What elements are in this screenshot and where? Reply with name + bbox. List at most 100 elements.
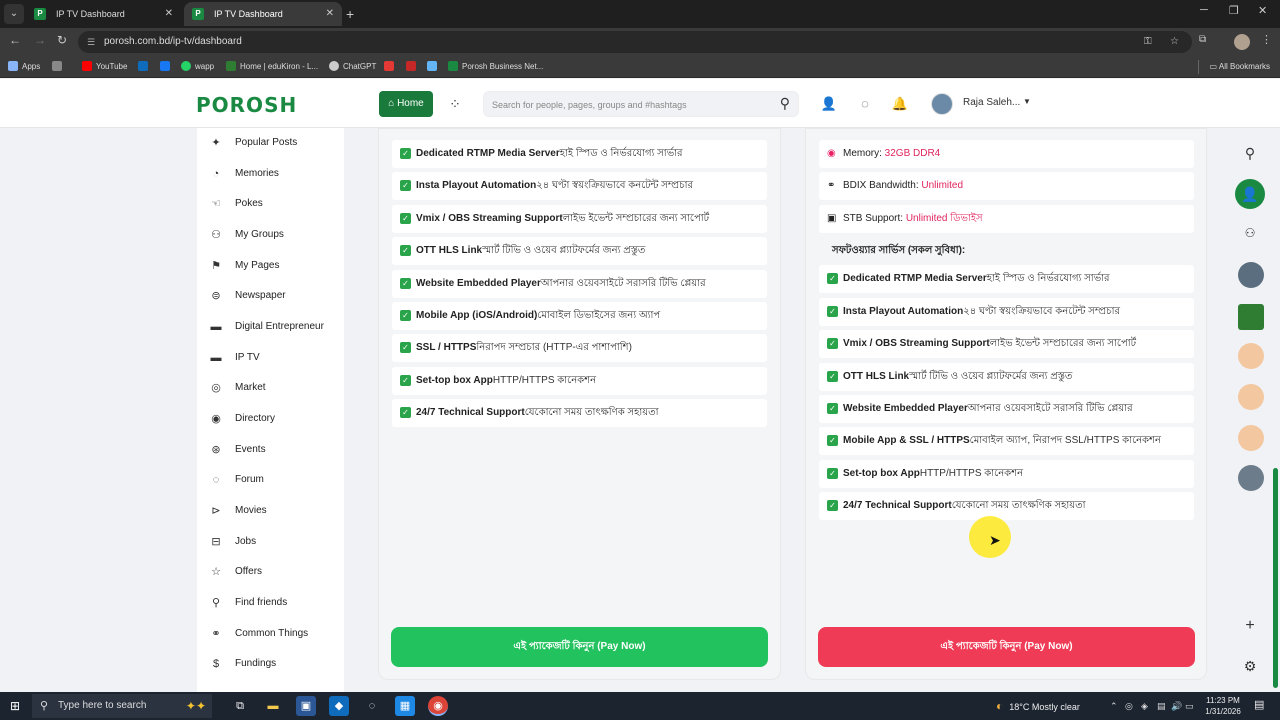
task-view-icon[interactable]: ⧉ <box>230 696 250 716</box>
tab-search-button[interactable]: ⌄ <box>4 4 24 24</box>
battery-icon[interactable]: ▭ <box>1185 692 1194 720</box>
feature-row: ✓ Website Embedded Playerআপনার ওয়েবসাইটে… <box>392 270 767 298</box>
home-button[interactable]: ⌂ Home <box>379 91 433 117</box>
settings-gear-icon[interactable]: ⚙ <box>1235 651 1265 681</box>
browser-menu-icon[interactable]: ⋮ <box>1261 33 1272 46</box>
user-avatar[interactable] <box>931 93 953 115</box>
contact-avatar[interactable] <box>1238 465 1264 491</box>
notification-center-icon[interactable]: ▤ <box>1254 698 1264 711</box>
apps-grid-icon[interactable]: ⁘ <box>446 95 464 113</box>
browser-profile-avatar[interactable] <box>1234 34 1250 50</box>
sidebar-item-ip-tv[interactable]: ▬ IP TV <box>209 348 339 368</box>
taskbar-app-icon[interactable]: ▦ <box>395 696 415 716</box>
search-input[interactable] <box>492 96 762 114</box>
outlook-icon[interactable]: ◆ <box>329 696 349 716</box>
address-bar[interactable]: ☰ porosh.com.bd/ip-tv/dashboard ⚿ ☆ <box>78 31 1192 53</box>
browser-tab-1[interactable]: P IP TV Dashboard ✕ <box>26 2 181 26</box>
sidebar-item-events[interactable]: ⊛ Events <box>209 440 339 460</box>
bookmark-youtube[interactable]: YouTube <box>82 56 127 78</box>
user-menu-caret-icon[interactable]: ▼ <box>1023 97 1031 106</box>
add-icon[interactable]: + <box>1235 611 1265 641</box>
sidebar-item-offers[interactable]: ☆ Offers <box>209 562 339 582</box>
bookmark-chatgpt[interactable]: ChatGPT <box>329 56 376 78</box>
page-scrollbar[interactable] <box>1273 468 1278 688</box>
user-name[interactable]: Raja Saleh... <box>963 97 1020 108</box>
sidebar-item-newspaper[interactable]: ⊜ Newspaper <box>209 286 339 306</box>
restore-window-button[interactable]: ❐ <box>1229 4 1239 17</box>
tray-app-icon[interactable]: ◎ <box>1125 692 1133 720</box>
porosh-logo[interactable]: POROSH <box>196 93 297 117</box>
network-icon[interactable]: ▤ <box>1157 692 1166 720</box>
rail-user-icon[interactable]: 👤 <box>1235 179 1265 209</box>
windows-start-icon[interactable]: ⊞ <box>10 699 24 713</box>
taskbar-app-icon[interactable]: ▣ <box>296 696 316 716</box>
minimize-window-button[interactable]: ─ <box>1200 4 1208 16</box>
new-tab-button[interactable]: + <box>346 4 354 24</box>
sidebar-item-market[interactable]: ◎ Market <box>209 378 339 398</box>
contact-avatar[interactable] <box>1238 304 1264 330</box>
browser-tab-2-active[interactable]: P IP TV Dashboard ✕ <box>184 2 342 26</box>
tab-groups-icon[interactable] <box>52 56 66 78</box>
site-info-icon[interactable]: ☰ <box>87 31 95 53</box>
checkbox-icon: ✓ <box>400 278 411 289</box>
bookmark-edukiron[interactable]: Home | eduKiron - L... <box>226 56 318 78</box>
rail-search-icon[interactable]: ⚲ <box>1235 138 1265 168</box>
bookmark-outlook[interactable] <box>138 56 152 78</box>
sidebar-item-jobs[interactable]: ⊟ Jobs <box>209 532 339 552</box>
contact-avatar[interactable] <box>1238 343 1264 369</box>
windows-taskbar: ⊞ ⚲ Type here to search ✦✦ ⧉ ▬ ▣ ◆ ◌ ▦ ◉… <box>0 692 1280 720</box>
sidebar-item-movies[interactable]: ⊳ Movies <box>209 501 339 521</box>
contact-avatar[interactable] <box>1238 384 1264 410</box>
bookmark-porosh-business[interactable]: Porosh Business Net... <box>448 56 543 78</box>
pay-now-button-left[interactable]: এই প্যাকেজটি কিনুন (Pay Now) <box>391 627 768 667</box>
search-icon[interactable]: ⚲ <box>780 95 790 112</box>
tray-app-icon[interactable]: ◈ <box>1141 692 1148 720</box>
password-key-icon[interactable]: ⚿ <box>1144 31 1152 53</box>
home-icon: ⌂ <box>388 98 398 109</box>
close-tab-icon[interactable]: ✕ <box>326 2 334 26</box>
contact-avatar[interactable] <box>1238 262 1264 288</box>
bookmark-facebook[interactable] <box>160 56 174 78</box>
extensions-icon[interactable]: ⧉ <box>1199 34 1206 45</box>
messages-icon[interactable]: ◌ <box>856 95 874 113</box>
contact-avatar[interactable] <box>1238 425 1264 451</box>
sidebar-item-forum[interactable]: ◌ Forum <box>209 470 339 490</box>
sidebar-item-my-pages[interactable]: ⚑ My Pages <box>209 256 339 276</box>
tray-chevron-icon[interactable]: ⌃ <box>1110 692 1118 720</box>
feature-row: ✓ Insta Playout Automation২৪ ঘণ্টা স্বয়ং… <box>392 172 767 200</box>
taskbar-clock[interactable]: 11:23 PM 1/31/2026 <box>1198 695 1248 717</box>
bookmark-link-red[interactable] <box>384 56 398 78</box>
notifications-bell-icon[interactable]: 🔔 <box>891 95 909 113</box>
all-bookmarks-button[interactable]: ▭ All Bookmarks <box>1210 56 1270 78</box>
close-window-button[interactable]: ✕ <box>1258 4 1267 17</box>
weather-widget[interactable]: ◐ 18°C Mostly clear <box>996 692 1080 720</box>
sidebar-item-memories[interactable]: ◔ Memories <box>209 164 339 184</box>
taskbar-app-icon[interactable]: ◌ <box>362 696 382 716</box>
pay-now-button-right[interactable]: এই প্যাকেজটি কিনুন (Pay Now) <box>818 627 1195 667</box>
close-tab-icon[interactable]: ✕ <box>165 2 173 26</box>
sidebar-item-pokes[interactable]: ☜ Pokes <box>209 194 339 214</box>
sidebar-item-digital-entrepreneur[interactable]: ▬ Digital Entrepreneur <box>209 317 339 337</box>
file-explorer-icon[interactable]: ▬ <box>263 696 283 716</box>
volume-icon[interactable]: 🔊 <box>1171 692 1182 720</box>
groups-icon: ⚇ <box>211 229 221 241</box>
back-icon[interactable]: ← <box>9 33 21 47</box>
chrome-icon[interactable]: ◉ <box>428 696 448 716</box>
bookmark-k[interactable] <box>406 56 420 78</box>
friend-requests-icon[interactable]: 👤 <box>820 95 838 113</box>
bookmark-apps[interactable]: Apps <box>8 56 40 78</box>
reload-icon[interactable]: ↻ <box>57 33 67 47</box>
sidebar-item-find-friends[interactable]: ⚲ Find friends <box>209 593 339 613</box>
forward-icon[interactable]: → <box>34 33 46 47</box>
sidebar-item-common-things[interactable]: ⚭ Common Things <box>209 624 339 644</box>
bookmark-star-icon[interactable]: ☆ <box>1170 31 1179 53</box>
sidebar-item-directory[interactable]: ◉ Directory <box>209 409 339 429</box>
rail-groups-icon[interactable]: ⚇ <box>1235 218 1265 248</box>
taskbar-search[interactable]: ⚲ Type here to search ✦✦ <box>32 694 212 718</box>
site-header: POROSH ⌂ Home ⁘ ⚲ 👤 ◌ 🔔 Raja Saleh... ▼ <box>0 79 1280 128</box>
sidebar-item-popular-posts[interactable]: ✦ Popular Posts <box>209 133 339 153</box>
bookmark-tool[interactable] <box>427 56 441 78</box>
sidebar-item-fundings[interactable]: $ Fundings <box>209 654 339 674</box>
bookmark-wapp[interactable]: wapp <box>181 56 214 78</box>
sidebar-item-my-groups[interactable]: ⚇ My Groups <box>209 225 339 245</box>
